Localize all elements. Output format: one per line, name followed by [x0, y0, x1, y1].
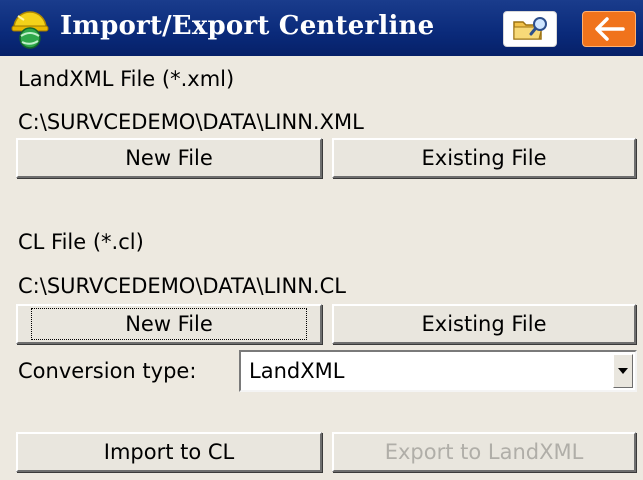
- landxml-existing-file-label: Existing File: [421, 146, 547, 170]
- landxml-new-file-label: New File: [125, 146, 213, 170]
- helmet-globe-icon: [11, 11, 49, 49]
- import-to-cl-button[interactable]: Import to CL: [16, 432, 322, 472]
- cl-new-file-button[interactable]: New File: [16, 304, 322, 344]
- cl-existing-file-label: Existing File: [421, 312, 547, 336]
- conversion-type-label: Conversion type:: [18, 359, 197, 383]
- dropdown-arrow-button[interactable]: [613, 354, 633, 388]
- landxml-new-file-button[interactable]: New File: [16, 138, 322, 178]
- landxml-file-label: LandXML File (*.xml): [18, 67, 235, 91]
- chevron-down-icon: [618, 368, 628, 374]
- cl-existing-file-button[interactable]: Existing File: [332, 304, 636, 344]
- folder-search-icon: [513, 17, 547, 40]
- conversion-type-select[interactable]: LandXML: [239, 350, 637, 392]
- landxml-existing-file-button[interactable]: Existing File: [332, 138, 636, 178]
- window-title: Import/Export Centerline: [60, 11, 435, 41]
- export-to-landxml-button: Export to LandXML: [332, 432, 636, 472]
- cl-file-label: CL File (*.cl): [18, 230, 144, 254]
- landxml-file-path: C:\SURVCEDEMO\DATA\LINN.XML: [18, 110, 364, 134]
- open-folder-button[interactable]: [503, 11, 557, 47]
- conversion-type-value: LandXML: [249, 359, 345, 383]
- back-button[interactable]: [582, 11, 636, 47]
- cl-file-path: C:\SURVCEDEMO\DATA\LINN.CL: [18, 274, 346, 298]
- title-bar: Import/Export Centerline: [0, 0, 643, 56]
- cl-new-file-label: New File: [31, 308, 307, 340]
- arrow-left-icon: [595, 17, 625, 41]
- export-to-landxml-label: Export to LandXML: [384, 440, 584, 464]
- import-to-cl-label: Import to CL: [103, 440, 235, 464]
